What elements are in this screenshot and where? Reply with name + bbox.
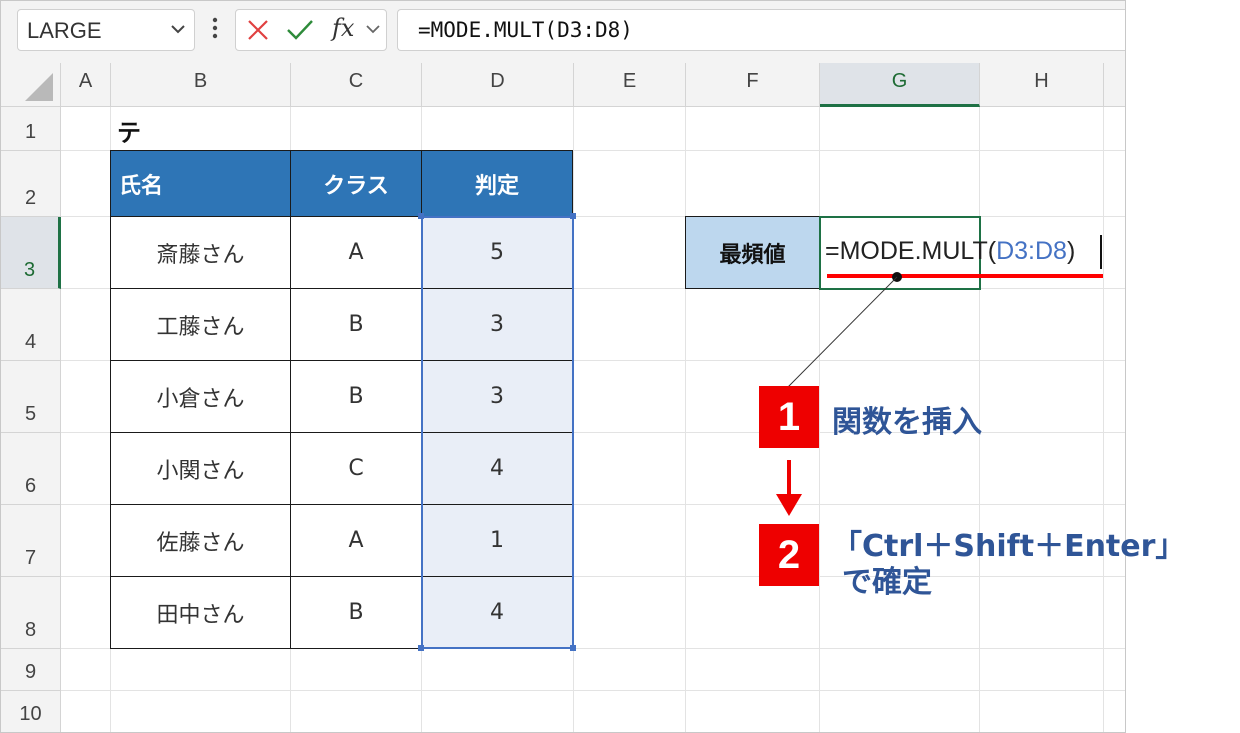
step1-badge: 1 — [759, 386, 819, 448]
step2-text-line2: で確定 — [842, 565, 932, 600]
step1-text: 関数を挿入 — [832, 405, 982, 440]
excel-window: LARGE fx =MODE.MULT(D3:D8) A B C D E F G… — [0, 0, 1126, 733]
step2-badge: 2 — [759, 524, 819, 586]
step2-text-line1: 「Ctrl＋Shift＋Enter」 — [832, 529, 1186, 564]
down-arrow-icon — [776, 460, 802, 516]
annotation-leader-line — [787, 272, 902, 388]
